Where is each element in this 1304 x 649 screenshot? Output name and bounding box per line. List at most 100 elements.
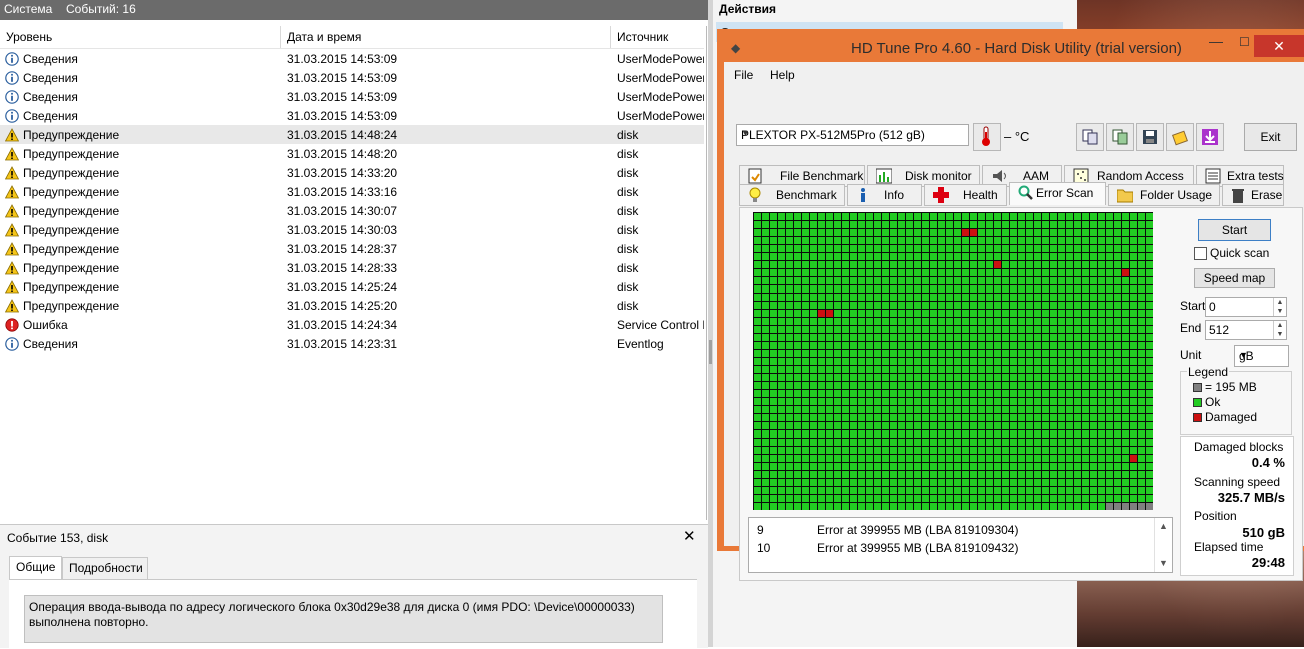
scan-block [826,502,833,510]
log-scrollbar[interactable]: ▲ ▼ [1154,518,1172,572]
maximize-icon[interactable]: ☐ [1239,35,1250,49]
scan-block [970,366,977,374]
scan-block [1122,317,1129,325]
end-field[interactable]: 512 ▲ ▼ [1205,320,1287,340]
scan-block [1050,333,1057,341]
menu-file[interactable]: File [734,68,753,82]
scan-block [1082,253,1089,261]
scan-block [834,269,841,277]
scan-block [1082,341,1089,349]
position-value: 510 gB [1242,525,1285,540]
scan-block [850,382,857,390]
scan-block [970,229,977,237]
scroll-down-icon[interactable]: ▼ [1159,558,1168,568]
exit-button[interactable]: Exit [1244,123,1297,151]
scan-block [1066,261,1073,269]
scan-block [1130,478,1137,486]
unit-select[interactable]: gB ▼ [1234,345,1289,367]
event-row[interactable]: Предупреждение 31.03.2015 14:48:24 disk [0,125,704,144]
scan-block [786,309,793,317]
tab-error-scan[interactable]: Error Scan [1009,182,1106,205]
scan-block [850,454,857,462]
scan-block [1122,237,1129,245]
scan-block [762,229,769,237]
hdtune-titlebar[interactable]: ◆ HD Tune Pro 4.60 - Hard Disk Utility (… [717,29,1304,59]
event-row[interactable]: Ошибка 31.03.2015 14:24:34 Service Control… [0,315,704,334]
event-row[interactable]: Сведения 31.03.2015 14:53:09 UserModePower [0,68,704,87]
start-button[interactable]: Start [1198,219,1271,241]
start-field[interactable]: 0 ▲ ▼ [1205,297,1287,317]
column-header-date[interactable]: Дата и время [287,30,361,44]
save-button[interactable] [1136,123,1164,151]
tab-folder-usage[interactable]: Folder Usage [1108,184,1220,206]
event-row[interactable]: Сведения 31.03.2015 14:23:31 Eventlog [0,334,704,353]
scan-block [1066,285,1073,293]
tab-health[interactable]: Health [924,184,1007,206]
event-row[interactable]: Предупреждение 31.03.2015 14:48:20 disk [0,144,704,163]
scan-block [1010,237,1017,245]
scan-block [1002,357,1009,366]
scan-block [778,317,785,325]
scan-block [930,349,937,357]
event-row[interactable]: Сведения 31.03.2015 14:53:09 UserModePower [0,106,704,125]
column-header-level[interactable]: Уровень [6,30,52,44]
copy-info-button[interactable] [1076,123,1104,151]
quick-scan-box[interactable] [1194,247,1207,260]
screenshot-button[interactable] [1196,123,1224,151]
log-row[interactable]: 9 Error at 399955 MB (LBA 819109304) [749,521,1149,539]
scan-block [906,333,913,341]
tab-info[interactable]: Info [847,184,922,206]
scan-block [1090,374,1097,382]
scan-block [986,237,993,245]
event-row[interactable]: Предупреждение 31.03.2015 14:28:37 disk [0,239,704,258]
minimize-icon[interactable]: — [1209,33,1223,49]
scan-block [978,357,985,366]
scan-block [962,478,969,486]
spin-arrows-icon[interactable]: ▲ ▼ [1273,321,1286,339]
scan-block [810,422,817,430]
window-close-button[interactable]: ✕ [1254,35,1304,57]
scan-block [938,277,945,285]
scan-block [1026,422,1033,430]
tab-erase[interactable]: Erase [1222,184,1284,206]
tab-benchmark[interactable]: Benchmark [739,184,845,206]
event-row[interactable]: Предупреждение 31.03.2015 14:30:07 disk [0,201,704,220]
event-row[interactable]: Предупреждение 31.03.2015 14:25:24 disk [0,277,704,296]
scan-block [898,293,905,301]
event-row[interactable]: Сведения 31.03.2015 14:53:09 UserModePower [0,87,704,106]
event-row[interactable]: Предупреждение 31.03.2015 14:25:20 disk [0,296,704,315]
scan-block [914,293,921,301]
speed-map-button[interactable]: Speed map [1194,268,1275,288]
scan-block [1058,325,1065,333]
event-row[interactable]: Предупреждение 31.03.2015 14:33:20 disk [0,163,704,182]
scan-block [1082,261,1089,269]
drive-select[interactable]: PLEXTOR PX-512M5Pro (512 gB) ▼ [736,124,969,146]
scan-block [906,221,913,229]
tab-details[interactable]: Подробности [62,557,148,579]
options-button[interactable] [1166,123,1194,151]
scan-block [1106,253,1113,261]
scan-block [1026,229,1033,237]
event-row[interactable]: Предупреждение 31.03.2015 14:30:03 disk [0,220,704,239]
event-row[interactable]: Предупреждение 31.03.2015 14:28:33 disk [0,258,704,277]
log-row[interactable]: 10 Error at 399955 MB (LBA 819109432) [749,539,1149,557]
copy-all-button[interactable] [1106,123,1134,151]
scan-block [1090,341,1097,349]
menu-help[interactable]: Help [770,68,795,82]
error-log-list[interactable]: 9 Error at 399955 MB (LBA 819109304) 10 … [748,517,1173,573]
scan-block [786,366,793,374]
scan-block [826,261,833,269]
scan-block [906,454,913,462]
close-icon[interactable]: ✕ [683,527,696,545]
tab-general[interactable]: Общие [9,556,62,579]
scan-block [1066,237,1073,245]
scan-block [1082,325,1089,333]
column-header-source[interactable]: Источник [617,30,668,44]
scan-block [938,414,945,422]
event-row[interactable]: Сведения 31.03.2015 14:53:09 UserModePower [0,49,704,68]
scan-block [1042,398,1049,406]
scroll-up-icon[interactable]: ▲ [1159,521,1168,531]
event-row[interactable]: Предупреждение 31.03.2015 14:33:16 disk [0,182,704,201]
scan-block [946,317,953,325]
spin-arrows-icon[interactable]: ▲ ▼ [1273,298,1286,316]
